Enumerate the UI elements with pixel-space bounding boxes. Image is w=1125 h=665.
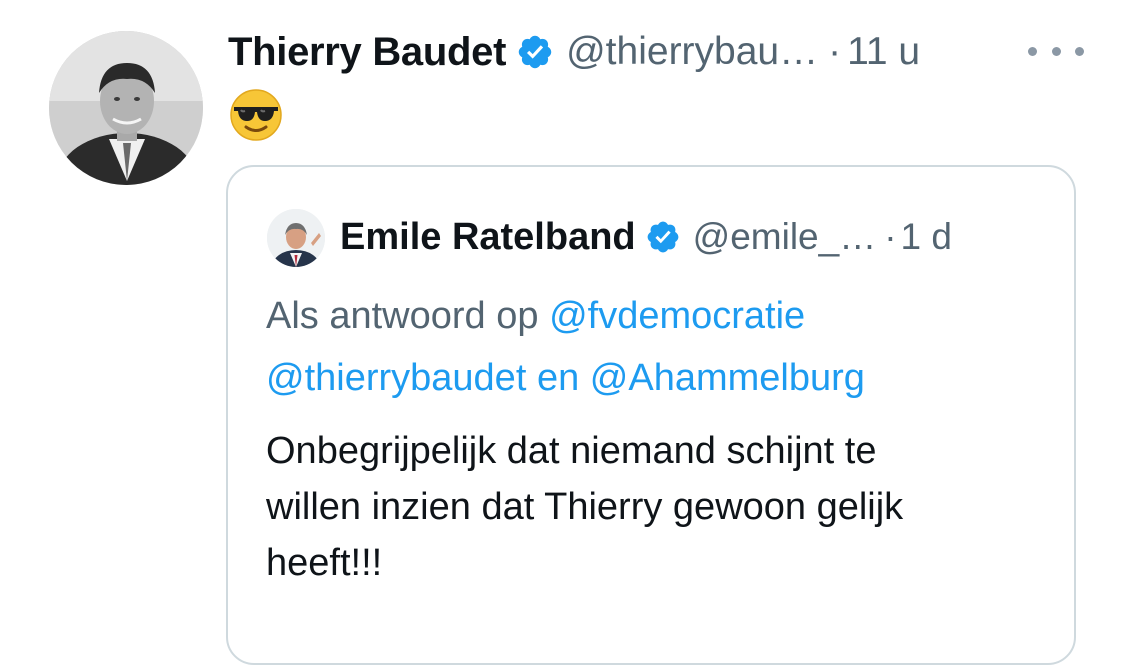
mention-link[interactable]: @fvdemocratie [549,295,805,337]
quoted-tweet-text: Onbegrijpelijk dat niemand schijnt te wi… [266,423,1056,591]
quoted-text-line: willen inzien dat Thierry gewoon gelijk [266,486,904,528]
author-handle[interactable]: @thierrybau… [566,30,818,74]
quoted-text-line: heeft!!! [266,542,383,584]
sunglasses-emoji-icon [229,88,283,142]
reply-context: Als antwoord op @fvdemocratie @thierryba… [266,285,1046,409]
quoted-tweet-timestamp[interactable]: 1 d [901,216,952,258]
mention-link[interactable]: @Ahammelburg [590,357,865,399]
more-dot-icon [1075,46,1084,56]
quoted-author-handle[interactable]: @emile_… [693,216,877,258]
more-dot-icon [1051,46,1061,56]
quoted-author-avatar[interactable] [267,209,325,267]
tweet-header: Thierry Baudet @thierrybau… · 11 u [228,24,920,80]
author-avatar[interactable] [49,31,203,185]
header-separator: · [828,30,842,73]
mention-conjunction: en [536,357,580,399]
verified-badge-icon [516,33,554,71]
more-dot-icon [1028,46,1037,56]
mention-link[interactable]: @thierrybaudet [266,357,526,399]
author-name[interactable]: Thierry Baudet [228,30,506,75]
quoted-tweet-header: Emile Ratelband @emile_… · 1 d [340,211,952,263]
quoted-author-name[interactable]: Emile Ratelband [340,216,636,259]
more-options-icon[interactable] [1028,36,1084,66]
quoted-text-line: Onbegrijpelijk dat niemand schijnt te [266,430,877,472]
tweet-timestamp[interactable]: 11 u [847,30,920,74]
quoted-header-separator: · [884,216,897,257]
verified-badge-icon [645,219,681,255]
tweet: Thierry Baudet @thierrybau… · 11 u Emile… [0,0,1125,665]
quoted-tweet-card[interactable]: Emile Ratelband @emile_… · 1 d Als antwo… [226,165,1076,665]
reply-prefix: Als antwoord op [266,295,539,337]
